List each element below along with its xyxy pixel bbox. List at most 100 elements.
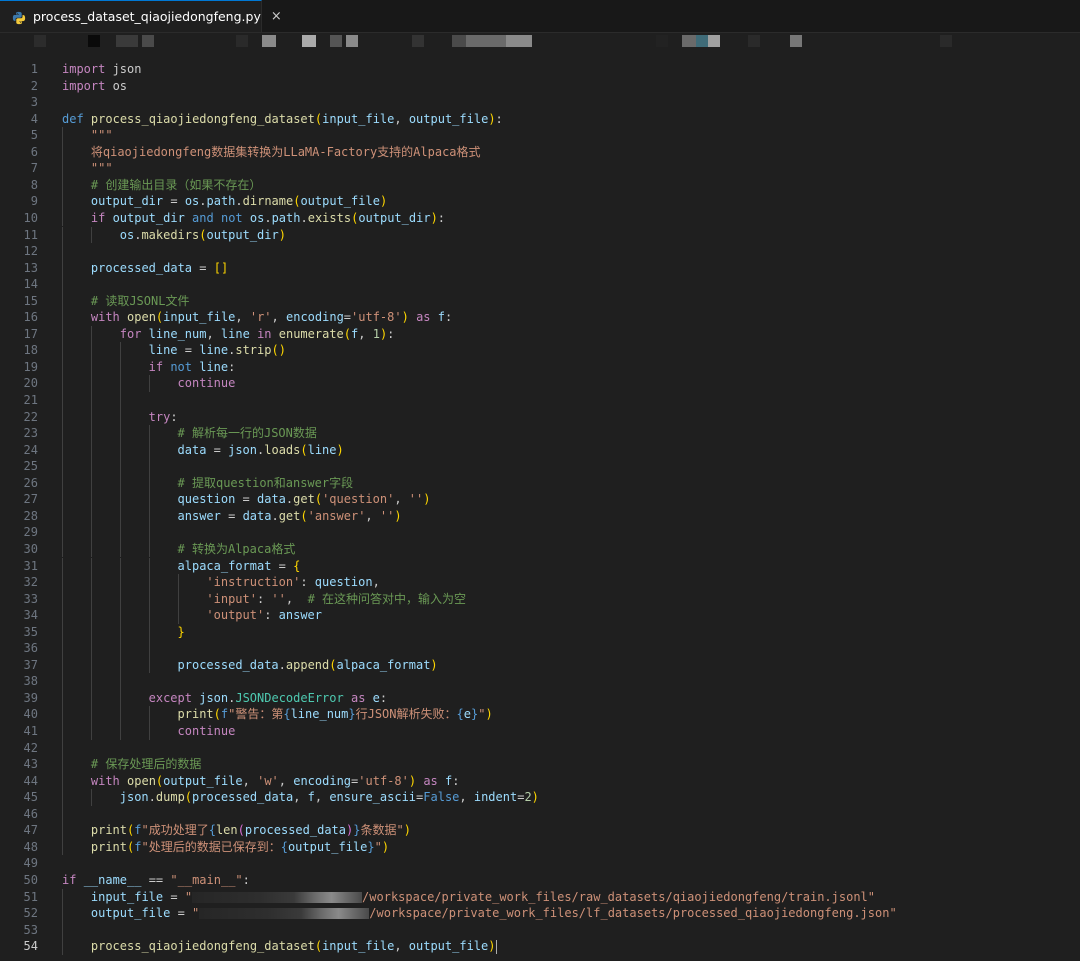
line-number: 18 (23, 343, 38, 358)
code-token: line_num (290, 707, 349, 722)
code-line[interactable]: 1 import json (0, 61, 1080, 78)
indent-guide (62, 375, 63, 392)
code-token: not (170, 359, 192, 374)
indent-guide (62, 772, 63, 790)
redacted-path (192, 891, 363, 903)
code-token: = (163, 194, 185, 209)
code-line[interactable]: 37 processed_data.append(alpaca_format) (0, 656, 1080, 674)
code-line[interactable]: 15 # 读取JSONL文件 (0, 292, 1080, 310)
code-line[interactable]: 51 input_file = " /workspace/private_work_… (0, 888, 1080, 906)
code-line[interactable]: 33 'input': '', # 在这种问答对中，输入为空 (0, 590, 1080, 608)
code-token: # 读取JSONL文件 (90, 293, 190, 308)
code-token: . (278, 657, 286, 672)
code-line[interactable]: 50 if __name__ == "__main__": (0, 872, 1080, 889)
code-line[interactable]: 12 (0, 243, 1080, 260)
code-line[interactable]: 16 with open(input_file, 'r', encoding='u… (0, 309, 1080, 326)
code-line[interactable]: 35} (0, 623, 1080, 641)
code-line[interactable]: 7 """ (0, 160, 1080, 177)
editor-tab-active[interactable]: process_dataset_qiaojiedongfeng.py × (0, 0, 282, 32)
code-line[interactable]: 14 (0, 276, 1080, 293)
code-line[interactable]: 48 print(f"处理后的数据已保存到：{output_file}") (0, 838, 1080, 856)
code-line[interactable]: 3 (0, 94, 1080, 111)
code-line[interactable]: 36 (0, 640, 1080, 657)
indent-guide (119, 375, 121, 392)
indent-guide (62, 557, 63, 575)
code-line[interactable]: 10 if output_dir and not os.path.exists(o… (0, 209, 1080, 227)
code-line[interactable]: 21 (0, 392, 1080, 409)
code-line[interactable]: 8 # 创建输出目录（如果不存在） (0, 176, 1080, 194)
code-line[interactable]: 31 alpaca_format = { (0, 557, 1080, 575)
code-line[interactable]: 43 # 保存处理后的数据 (0, 756, 1080, 773)
line-number: 45 (23, 790, 38, 805)
code-line[interactable]: 11 os.makedirs(output_dir) (0, 226, 1080, 244)
code-token: ( (300, 442, 308, 457)
code-token: 'answer' (307, 508, 366, 523)
line-number: 42 (23, 740, 38, 755)
code-line[interactable]: 25 (0, 458, 1080, 475)
code-line[interactable]: 30 # 转换为Alpaca格式 (0, 540, 1080, 558)
indent-guide (62, 706, 63, 723)
code-line[interactable]: 49 (0, 855, 1080, 872)
code-line[interactable]: 40 print(f"警告：第{line_num}行JSON解析失败：{e}") (0, 706, 1080, 723)
code-line[interactable]: 42 (0, 739, 1080, 757)
code-token: os (105, 78, 128, 93)
code-token: . (271, 508, 279, 523)
code-line[interactable]: 41 continue (0, 723, 1080, 740)
code-line[interactable]: 20 continue (0, 375, 1080, 392)
code-token: get (293, 492, 315, 507)
line-number: 10 (23, 210, 38, 225)
code-line[interactable]: 45 json.dump(processed_data, f, ensure_as… (0, 789, 1080, 806)
code-token: line (220, 326, 250, 341)
code-line[interactable]: 24 data = json.loads(line) (0, 441, 1080, 459)
indent-guide (62, 789, 63, 806)
indent-guide (90, 706, 92, 723)
code-line[interactable]: 5 """ (0, 127, 1080, 144)
line-number: 1 (30, 62, 38, 76)
code-line[interactable]: 17 for line_num, line in enumerate(f, 1): (0, 325, 1080, 343)
code-line[interactable]: 44 with open(output_file, 'w', encoding='… (0, 772, 1080, 790)
line-number: 38 (23, 674, 38, 689)
code-line[interactable]: 28 answer = data.get('answer', '') (0, 507, 1080, 525)
indent-guide (62, 474, 63, 492)
code-line[interactable]: 29 (0, 524, 1080, 541)
indent-guide (62, 325, 63, 343)
code-token: "__main__" (170, 872, 243, 887)
indent-guide (62, 358, 63, 376)
code-line[interactable]: 4 def process_qiaojiedongfeng_dataset(inp… (0, 111, 1080, 128)
code-line[interactable]: 19 if not line: (0, 358, 1080, 376)
code-token: print (90, 839, 127, 854)
code-line[interactable]: 52 output_file = " /workspace/private_work… (0, 905, 1080, 922)
code-line[interactable]: 26 # 提取question和answer字段 (0, 474, 1080, 492)
code-line[interactable]: 39 except json.JSONDecodeError as e: (0, 689, 1080, 707)
code-line[interactable]: 22 try: (0, 408, 1080, 426)
code-line[interactable]: 54 process_qiaojiedongfeng_dataset(input_… (0, 938, 1080, 955)
line-number: 41 (23, 724, 38, 738)
code-token: process_qiaojiedongfeng_dataset (90, 939, 315, 954)
code-token: strip (235, 343, 272, 358)
indent-guide (119, 673, 121, 690)
code-line[interactable]: 2 import os (0, 78, 1080, 95)
close-icon[interactable]: × (271, 10, 282, 23)
code-token: output_dir (112, 210, 185, 225)
code-line[interactable]: 18 line = line.strip() (0, 342, 1080, 359)
code-token: open (127, 773, 156, 788)
code-line[interactable]: 27 question = data.get('question', '') (0, 491, 1080, 508)
code-line[interactable]: 53 (0, 921, 1080, 939)
code-token: output_dir (206, 227, 279, 242)
indent-guide (90, 524, 92, 541)
code-line[interactable]: 46 (0, 805, 1080, 823)
code-line[interactable]: 6 将qiaojiedongfeng数据集转换为LLaMA-Factory支持的A… (0, 143, 1080, 161)
code-line[interactable]: 34 'output': answer (0, 607, 1080, 624)
code-line[interactable]: 47 print(f"成功处理了{len(processed_data)}条数据"… (0, 822, 1080, 839)
code-line[interactable]: 32 'instruction': question, (0, 574, 1080, 591)
code-text: # 转换为Alpaca格式 (178, 541, 296, 558)
code-line[interactable]: 38 (0, 673, 1080, 690)
code-token: = (206, 442, 229, 457)
code-line[interactable]: 9 output_dir = os.path.dirname(output_fil… (0, 193, 1080, 210)
code-line[interactable]: 13 processed_data = [] (0, 259, 1080, 277)
code-text: print(f"成功处理了{len(processed_data)}条数据") (91, 822, 411, 839)
code-line[interactable]: 23 # 解析每一行的JSON数据 (0, 425, 1080, 442)
